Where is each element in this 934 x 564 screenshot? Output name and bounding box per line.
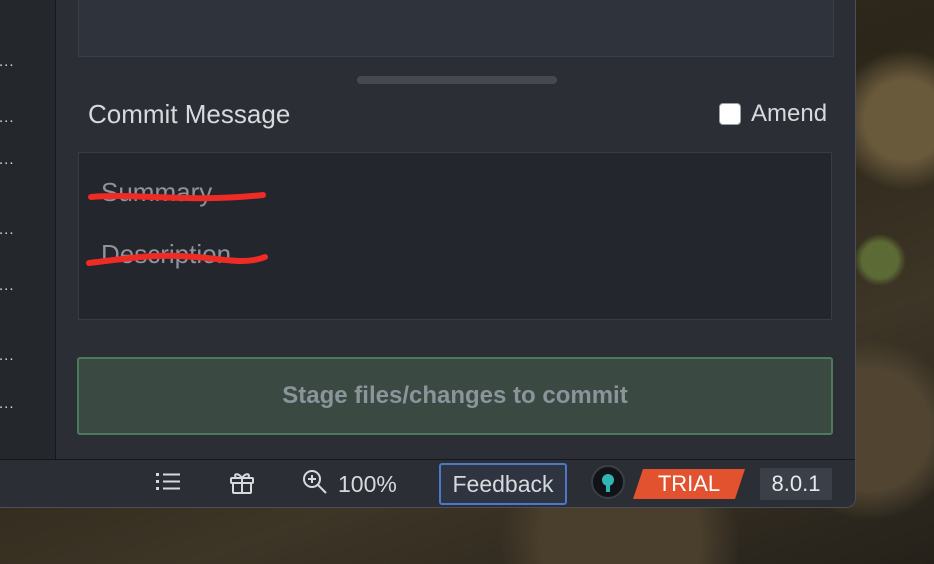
amend-option[interactable]: Amend [719, 100, 827, 128]
list-icon[interactable] [155, 469, 181, 497]
sidebar-truncated-item[interactable]: ... [0, 151, 15, 168]
zoom-in-icon[interactable] [302, 469, 328, 499]
version-badge: 8.0.1 [760, 468, 832, 500]
zoom-control[interactable]: 100% [302, 469, 397, 499]
app-window: ... ... ... ... ... ... ... Commit Messa… [0, 0, 856, 508]
amend-checkbox[interactable] [719, 103, 741, 125]
zoom-level: 100% [338, 470, 397, 497]
sidebar-truncated-item[interactable]: ... [0, 53, 15, 70]
redaction-scribble [86, 252, 268, 266]
sidebar-truncated-item[interactable]: ... [0, 395, 15, 412]
resize-handle[interactable] [357, 76, 557, 84]
gift-icon[interactable] [229, 469, 255, 499]
commit-message-title: Commit Message [88, 99, 291, 129]
sidebar-truncated-item[interactable]: ... [0, 347, 15, 364]
stage-files-button[interactable]: Stage files/changes to commit [77, 357, 833, 435]
feedback-button[interactable]: Feedback [439, 463, 567, 505]
left-sidebar: ... ... ... ... ... ... ... [0, 0, 56, 459]
sidebar-truncated-item[interactable]: ... [0, 221, 15, 238]
sidebar-truncated-item[interactable]: ... [0, 109, 15, 126]
trial-badge[interactable]: TRIAL [633, 469, 745, 499]
commit-message-box[interactable]: Summary Description [78, 152, 832, 320]
amend-label: Amend [751, 100, 828, 127]
gitkraken-logo-icon[interactable] [591, 465, 625, 499]
sidebar-truncated-item[interactable]: ... [0, 277, 15, 294]
redaction-scribble [88, 192, 266, 202]
diff-panel [78, 0, 834, 57]
